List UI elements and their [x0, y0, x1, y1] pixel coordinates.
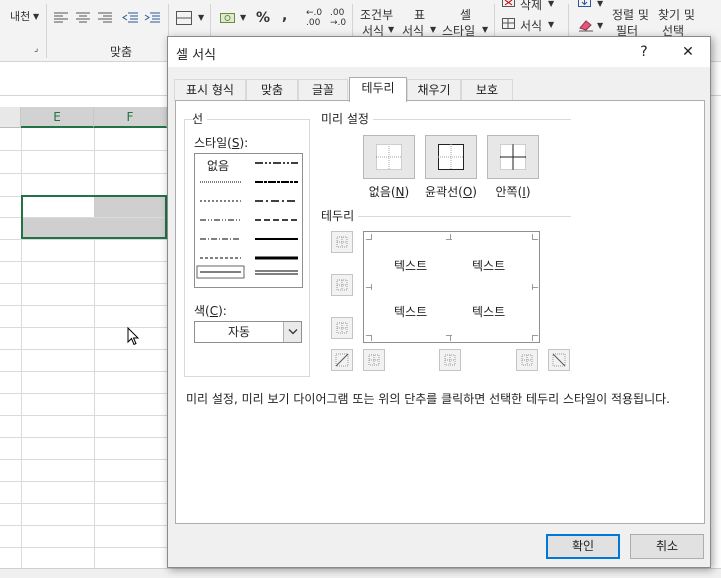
preset-none-button[interactable]: [363, 135, 415, 179]
cell-style-label-1[interactable]: 셀: [460, 6, 471, 23]
preview-text-4: 텍스트: [472, 305, 506, 319]
delete-cells-icon[interactable]: [502, 0, 516, 8]
clear-eraser-icon[interactable]: [578, 18, 594, 32]
tab-fill[interactable]: 채우기: [407, 79, 461, 101]
align-group-label: 맞춤: [110, 45, 133, 59]
border-group-label: 테두리: [321, 207, 359, 224]
preset-outline-label: 윤곽선(O): [425, 185, 477, 199]
tab-border[interactable]: 테두리: [349, 77, 407, 102]
format-cells-dialog: 셀 서식 ? ✕ 표시 형식 맞춤 글꼴 테두리 채우기 보호 선 스타일(S)…: [167, 36, 711, 568]
preview-text-2: 텍스트: [472, 259, 506, 273]
border-middle-vertical-button[interactable]: [439, 349, 461, 371]
increase-indent-icon[interactable]: [144, 12, 160, 24]
line-style-list[interactable]: 없음: [194, 153, 303, 288]
preset-none-label: 없음(N): [368, 185, 410, 199]
tab-font[interactable]: 글꼴: [298, 79, 348, 101]
ok-button[interactable]: 확인: [546, 534, 620, 559]
clear-dropdown-icon[interactable]: ▼: [597, 21, 603, 30]
format-cells-label[interactable]: 서식: [520, 17, 542, 34]
sort-filter-label-1[interactable]: 정렬 및: [612, 6, 649, 23]
merge-cells-icon[interactable]: [176, 11, 192, 25]
wrap-text-button[interactable]: 내천: [10, 8, 30, 24]
align-left-icon[interactable]: [54, 12, 68, 24]
align-dialog-launcher-icon[interactable]: ⌟: [34, 44, 38, 54]
border-description: 미리 설정, 미리 보기 다이어그램 또는 위의 단추를 클릭하면 선택한 테두…: [186, 392, 670, 406]
close-icon[interactable]: ✕: [674, 40, 702, 64]
status-bar: [0, 568, 721, 578]
preset-none-icon: [376, 144, 402, 170]
dialog-titlebar[interactable]: 셀 서식 ? ✕: [168, 37, 710, 67]
decrease-indent-icon[interactable]: [122, 12, 138, 24]
preset-outline-button[interactable]: [425, 135, 477, 179]
border-diagonal-up-button[interactable]: [331, 349, 353, 371]
border-right-icon: [521, 354, 533, 366]
comma-style-button[interactable]: ,: [282, 8, 287, 24]
row-header-corner: [0, 107, 21, 128]
diagonal-up-icon: [335, 353, 349, 367]
help-button[interactable]: ?: [630, 40, 658, 64]
find-select-label-1[interactable]: 찾기 및: [658, 6, 695, 23]
format-cells-icon[interactable]: [502, 18, 516, 30]
decrease-decimal-button[interactable]: .00 →.0: [330, 8, 346, 28]
table-format-label-1[interactable]: 표: [414, 6, 425, 23]
align-center-icon[interactable]: [76, 12, 90, 24]
border-inside-vertical-icon: [444, 354, 456, 366]
cell-style-dropdown-icon[interactable]: ▼: [482, 25, 488, 34]
border-right-button[interactable]: [516, 349, 538, 371]
border-bottom-icon: [336, 322, 348, 334]
merge-dropdown-icon[interactable]: ▼: [198, 13, 204, 22]
column-header-f[interactable]: F: [94, 107, 167, 128]
chevron-down-icon[interactable]: [283, 322, 301, 342]
format-dropdown-icon[interactable]: ▼: [548, 20, 554, 29]
conditional-format-label-1[interactable]: 조건부: [360, 6, 393, 23]
increase-decimal-button[interactable]: ←.0 .00: [306, 8, 322, 28]
align-right-icon[interactable]: [98, 12, 112, 24]
preset-outline-icon: [438, 144, 464, 170]
style-label: 스타일(S):: [194, 136, 249, 150]
diagonal-down-icon: [552, 353, 566, 367]
preset-inside-icon: [500, 144, 526, 170]
preset-group-label: 미리 설정: [321, 110, 373, 127]
conditional-format-dropdown-icon[interactable]: ▼: [388, 25, 394, 34]
color-dropdown[interactable]: 자동: [194, 321, 302, 343]
column-header-e[interactable]: E: [21, 107, 94, 128]
tab-number-format[interactable]: 표시 형식: [174, 79, 246, 101]
fill-dropdown-icon[interactable]: ▼: [597, 0, 603, 8]
tab-alignment[interactable]: 맞춤: [246, 79, 298, 101]
preview-text-3: 텍스트: [394, 305, 428, 319]
border-preview[interactable]: 텍스트 텍스트 텍스트 텍스트: [363, 231, 540, 343]
line-group-label: 선: [192, 110, 208, 127]
border-inside-horizontal-icon: [336, 279, 348, 291]
border-top-button[interactable]: [331, 231, 353, 253]
cancel-button[interactable]: 취소: [630, 534, 704, 559]
preview-text-1: 텍스트: [394, 259, 428, 273]
currency-format-icon[interactable]: [220, 11, 238, 25]
border-tab-panel: 선 스타일(S): 없음 색(C): 자동 미리 설정 없음(N) 윤곽선(O)…: [175, 100, 705, 524]
sheet-grid[interactable]: [0, 128, 170, 568]
border-left-button[interactable]: [363, 349, 385, 371]
color-label: 색(C):: [194, 304, 227, 318]
delete-dropdown-icon[interactable]: ▼: [548, 0, 554, 8]
percent-style-button[interactable]: %: [256, 10, 270, 26]
border-diagonal-down-button[interactable]: [548, 349, 570, 371]
border-top-icon: [336, 236, 348, 248]
dialog-title: 셀 서식: [176, 48, 217, 63]
mouse-pointer-icon: [127, 327, 140, 346]
border-middle-horizontal-button[interactable]: [331, 274, 353, 296]
fill-down-icon[interactable]: [578, 0, 592, 8]
preset-inside-label: 안쪽(I): [495, 185, 531, 199]
currency-dropdown-icon[interactable]: ▼: [240, 13, 246, 22]
color-value: 자동: [227, 325, 251, 339]
selection-range: [21, 195, 167, 239]
table-format-dropdown-icon[interactable]: ▼: [430, 25, 436, 34]
wrap-dropdown-icon[interactable]: ▼: [33, 12, 39, 21]
border-bottom-button[interactable]: [331, 317, 353, 339]
border-left-icon: [368, 354, 380, 366]
preset-inside-button[interactable]: [487, 135, 539, 179]
delete-cells-label[interactable]: 삭제: [520, 0, 542, 13]
tab-protection[interactable]: 보호: [461, 79, 513, 101]
